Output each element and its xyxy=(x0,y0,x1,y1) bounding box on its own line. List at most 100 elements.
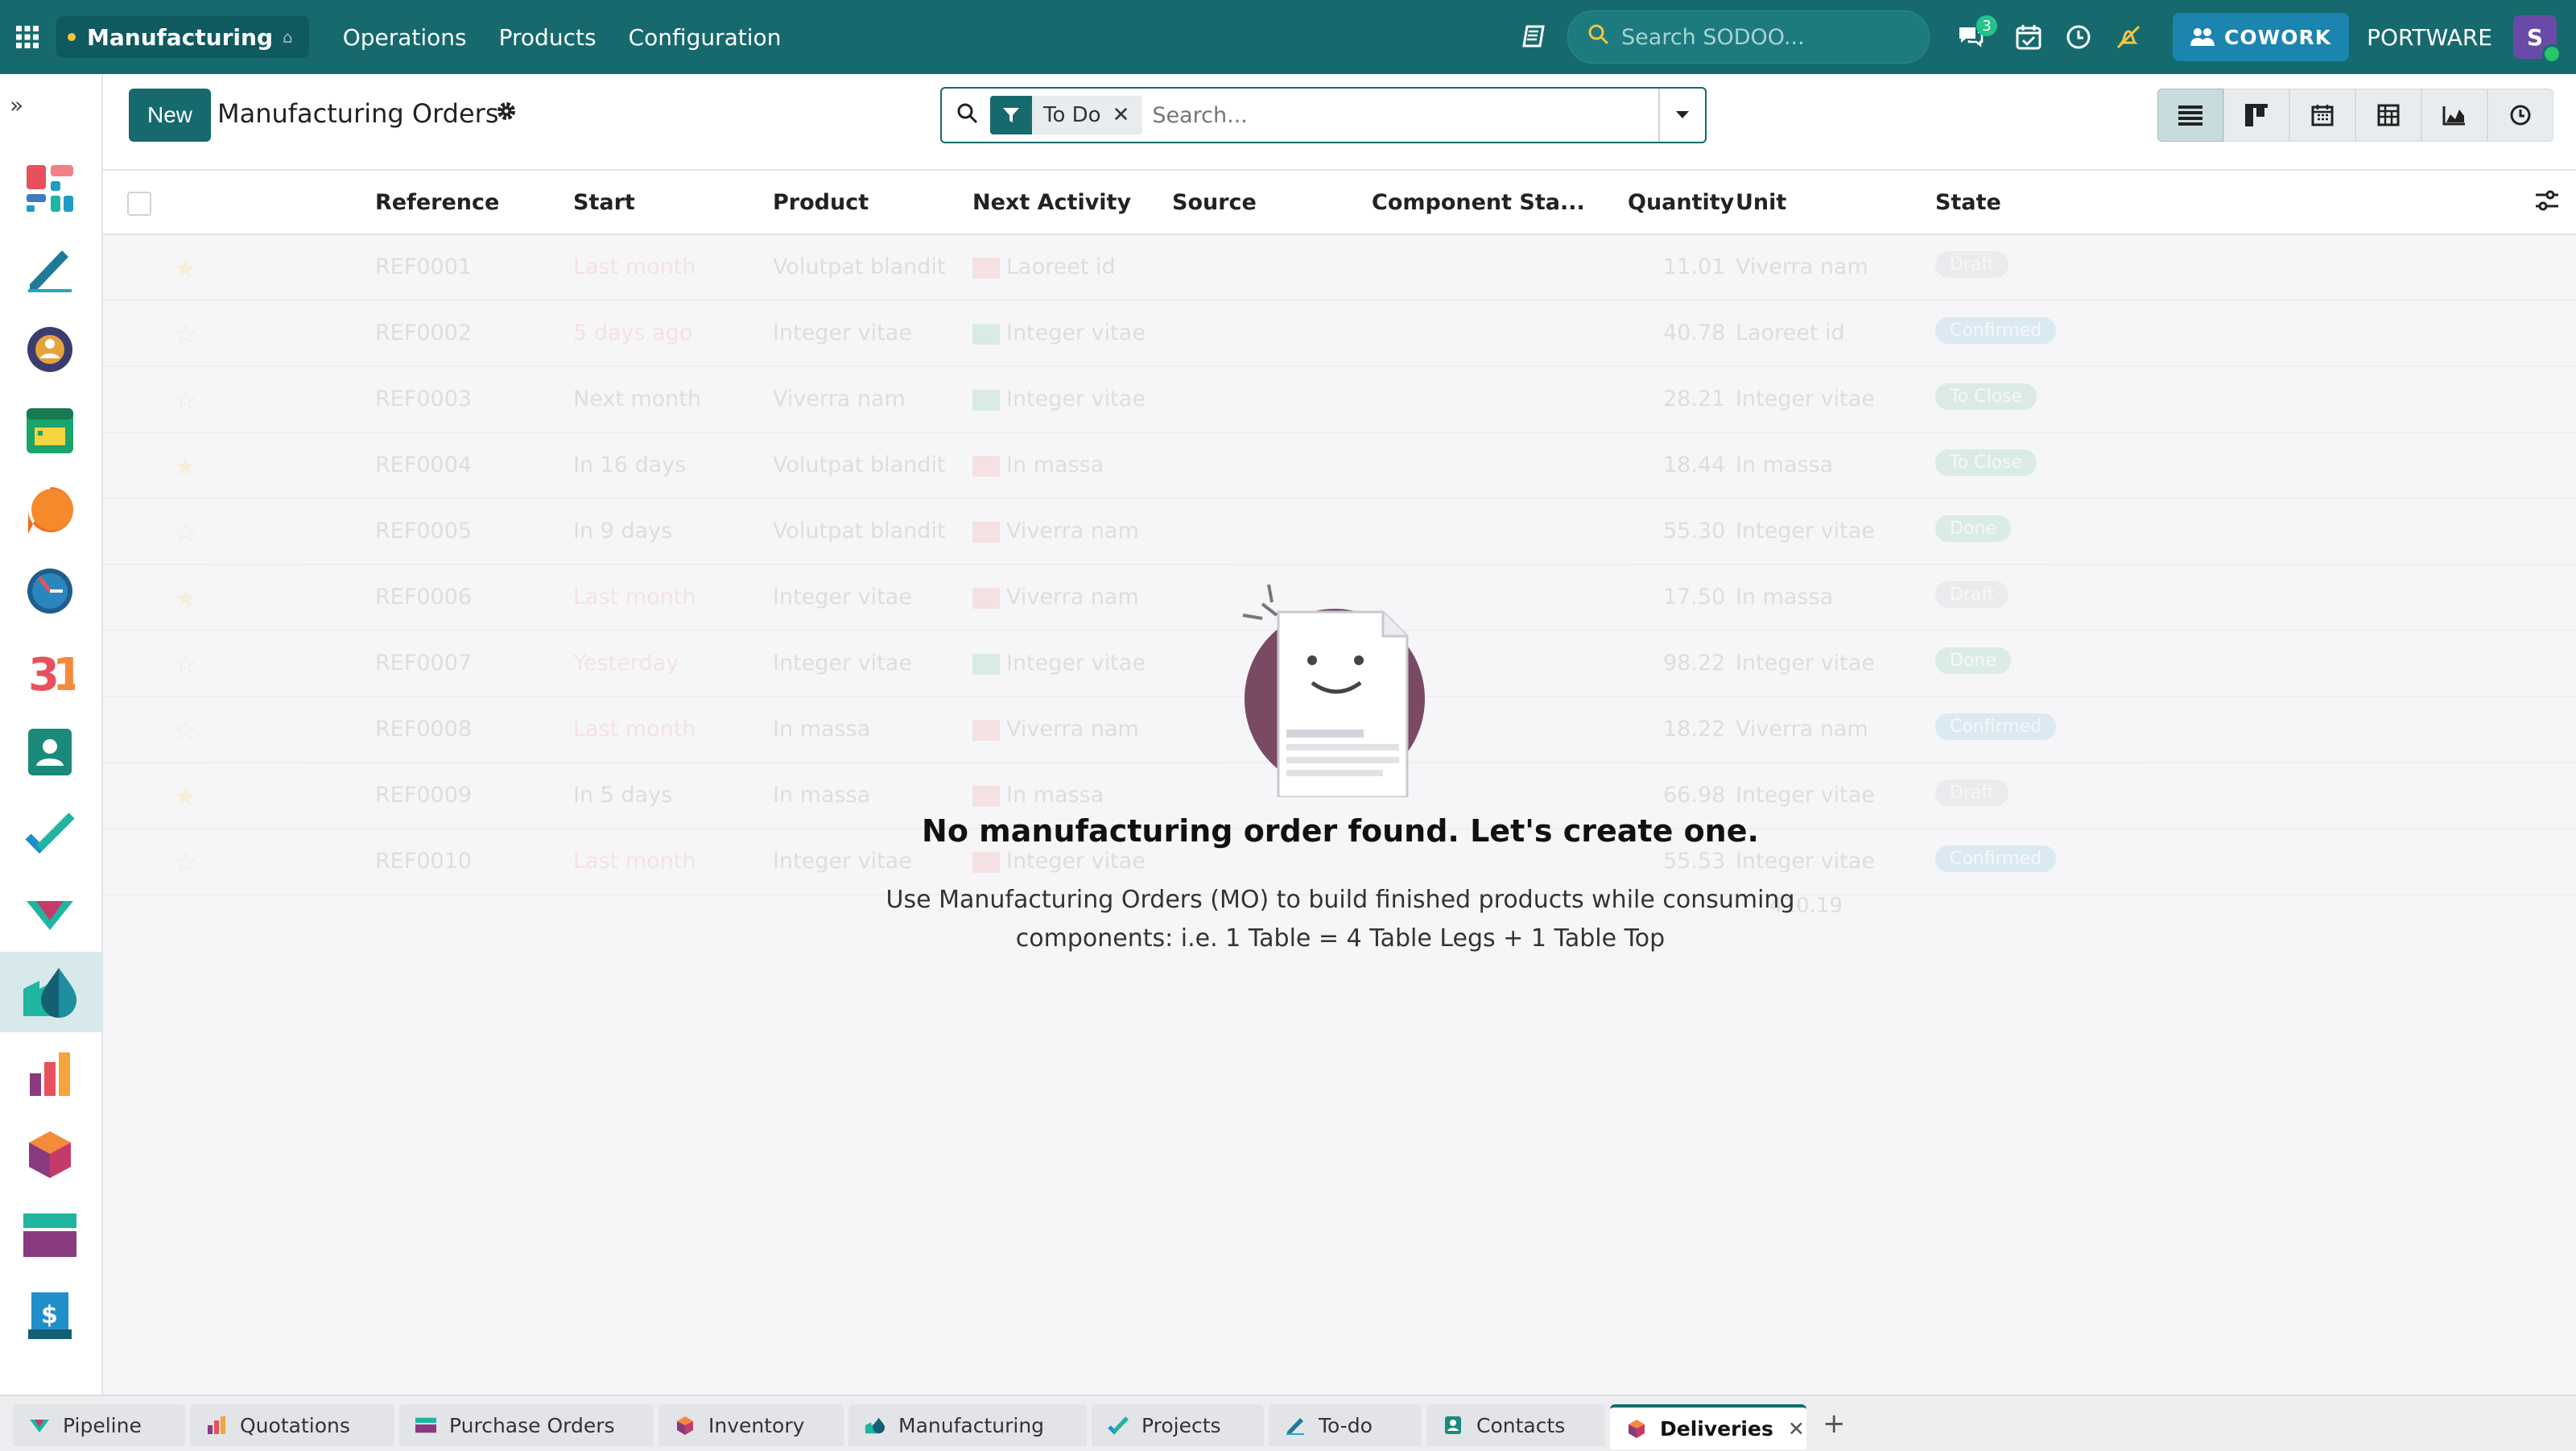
new-button[interactable]: New xyxy=(129,89,211,142)
do-not-disturb-icon[interactable] xyxy=(2110,19,2147,56)
tab-projects[interactable]: Projects xyxy=(1092,1404,1264,1446)
cell-next-activity[interactable]: Viverra nam xyxy=(972,585,1139,610)
priority-star-icon[interactable]: ☆ xyxy=(174,517,197,548)
priority-star-icon[interactable]: ★ xyxy=(174,253,197,283)
select-all-checkbox[interactable] xyxy=(127,192,151,216)
graph-view-button[interactable] xyxy=(2421,89,2487,142)
close-tab-icon[interactable]: ✕ xyxy=(1788,1417,1805,1441)
menu-products[interactable]: Products xyxy=(499,24,597,51)
status-badge: Draft xyxy=(1935,779,2009,806)
company-switcher[interactable]: PORTWARE xyxy=(2367,24,2492,51)
tab-manufacturing[interactable]: Manufacturing xyxy=(848,1404,1087,1446)
priority-star-icon[interactable]: ☆ xyxy=(174,385,197,415)
tab-pipeline[interactable]: Pipeline xyxy=(13,1404,185,1446)
expand-rail-icon[interactable]: » xyxy=(10,92,23,118)
cell-product: Integer vitae xyxy=(773,651,912,676)
gear-icon[interactable] xyxy=(496,101,517,125)
table-header: Reference Start Product Next Activity So… xyxy=(103,171,2576,235)
table-row[interactable]: ★ REF0001 Last month Volutpat blandit 11.01 V… xyxy=(103,235,2576,301)
column-source[interactable]: Source xyxy=(1172,190,1257,215)
rail-app-invoicing-icon[interactable]: $ xyxy=(19,1285,80,1346)
priority-star-icon[interactable]: ☆ xyxy=(174,649,197,680)
table-row[interactable]: ☆ REF0002 5 days ago Integer vitae 40.78 Laor… xyxy=(103,301,2576,367)
calendar-check-icon[interactable] xyxy=(2010,19,2047,56)
cell-next-activity[interactable]: Viverra nam xyxy=(972,717,1139,742)
filter-facet[interactable]: To Do ✕ xyxy=(990,96,1143,134)
cell-next-activity[interactable]: Integer vitae xyxy=(972,849,1146,874)
pivot-view-button[interactable] xyxy=(2355,89,2421,142)
priority-star-icon[interactable]: ☆ xyxy=(174,847,197,878)
rail-app-todo-icon[interactable] xyxy=(19,802,80,863)
activity-label: Integer vitae xyxy=(1006,849,1146,874)
tab-purchase-orders[interactable]: Purchase Orders xyxy=(399,1404,654,1446)
search-input[interactable] xyxy=(1150,94,1653,136)
cell-next-activity[interactable]: In massa xyxy=(972,453,1104,477)
menu-configuration[interactable]: Configuration xyxy=(629,24,782,51)
optional-columns-icon[interactable] xyxy=(2534,188,2560,216)
rail-app-purchase-icon[interactable] xyxy=(19,1205,80,1266)
activity-view-button[interactable] xyxy=(2487,89,2553,142)
cell-next-activity[interactable]: Viverra nam xyxy=(972,519,1139,544)
rail-app-events-icon[interactable]: 31 xyxy=(19,641,80,702)
rail-app-reporting-icon[interactable] xyxy=(19,1044,80,1105)
rail-app-contacts-icon[interactable] xyxy=(19,721,80,783)
status-badge: Confirmed xyxy=(1935,713,2057,740)
priority-star-icon[interactable]: ★ xyxy=(174,451,197,482)
rail-app-manufacturing-icon[interactable] xyxy=(0,952,101,1032)
search-options-toggle[interactable] xyxy=(1658,89,1705,142)
cell-next-activity[interactable]: Integer vitae xyxy=(972,651,1146,676)
cell-next-activity[interactable]: Integer vitae xyxy=(972,387,1146,411)
list-view-button[interactable] xyxy=(2157,89,2223,142)
rail-app-sign-icon[interactable] xyxy=(19,238,80,300)
column-state[interactable]: State xyxy=(1935,190,2001,215)
add-tab-icon[interactable]: + xyxy=(1823,1408,1846,1440)
column-unit[interactable]: Unit xyxy=(1736,190,1786,215)
activity-type-icon xyxy=(972,389,1000,411)
cell-next-activity[interactable]: In massa xyxy=(972,783,1104,808)
cowork-button[interactable]: COWORK xyxy=(2173,13,2350,61)
apps-grid-icon[interactable] xyxy=(11,21,43,53)
table-row[interactable]: ☆ REF0003 Next month Viverra nam 28.21 Intege… xyxy=(103,367,2576,433)
knowledge-book-icon[interactable] xyxy=(1516,19,1553,56)
tab-quotations[interactable]: Quotations xyxy=(190,1404,394,1446)
table-row[interactable]: ★ REF0004 In 16 days Volutpat blandit 18.44 I… xyxy=(103,433,2576,499)
rail-app-discuss-icon[interactable] xyxy=(19,480,80,541)
menu-operations[interactable]: Operations xyxy=(343,24,467,51)
rail-app-timesheets-icon[interactable] xyxy=(19,560,80,622)
priority-star-icon[interactable]: ☆ xyxy=(174,715,197,746)
rail-app-crm-icon[interactable] xyxy=(19,883,80,944)
chat-icon[interactable]: 3 xyxy=(1952,15,1998,56)
column-product[interactable]: Product xyxy=(773,190,869,215)
cell-next-activity[interactable]: Laoreet id xyxy=(972,254,1116,279)
global-search-input[interactable]: Search SODOO... xyxy=(1567,10,1930,64)
priority-star-icon[interactable]: ★ xyxy=(174,781,197,812)
priority-star-icon[interactable]: ★ xyxy=(174,583,197,614)
current-app-button[interactable]: Manufacturing ⌂ xyxy=(56,16,309,58)
tab-todo[interactable]: To-do xyxy=(1269,1404,1422,1446)
column-component-status[interactable]: Component Sta... xyxy=(1372,190,1585,215)
rail-app-community-icon[interactable] xyxy=(19,319,80,380)
rail-app-inventory-icon[interactable] xyxy=(19,1124,80,1185)
remove-facet-icon[interactable]: ✕ xyxy=(1113,103,1130,127)
cell-reference: REF0007 xyxy=(375,651,473,676)
column-reference[interactable]: Reference xyxy=(375,190,499,215)
cell-unit: Viverra nam xyxy=(1736,717,1868,742)
column-quantity[interactable]: Quantity xyxy=(1628,190,1734,215)
column-next-activity[interactable]: Next Activity xyxy=(972,190,1131,215)
kanban-view-button[interactable] xyxy=(2223,89,2289,142)
cell-product: Volutpat blandit xyxy=(773,519,946,544)
calendar-view-button[interactable] xyxy=(2289,89,2355,142)
table-row[interactable]: ☆ REF0005 In 9 days Volutpat blandit 55.30 In… xyxy=(103,499,2576,565)
priority-star-icon[interactable]: ☆ xyxy=(174,319,197,349)
cell-next-activity[interactable]: Integer vitae xyxy=(972,320,1146,345)
search-bar[interactable]: To Do ✕ xyxy=(940,87,1707,143)
column-start[interactable]: Start xyxy=(573,190,635,215)
rail-app-dashboards-icon[interactable] xyxy=(19,158,80,219)
tab-inventory[interactable]: Inventory xyxy=(658,1404,844,1446)
rail-app-calendar-icon[interactable] xyxy=(19,399,80,461)
clock-icon[interactable] xyxy=(2060,19,2097,56)
user-avatar[interactable]: S xyxy=(2513,15,2562,64)
tab-deliveries[interactable]: Deliveries ✕ xyxy=(1610,1404,1806,1449)
tab-contacts[interactable]: Contacts xyxy=(1426,1404,1605,1446)
cell-start: Last month xyxy=(573,585,696,610)
